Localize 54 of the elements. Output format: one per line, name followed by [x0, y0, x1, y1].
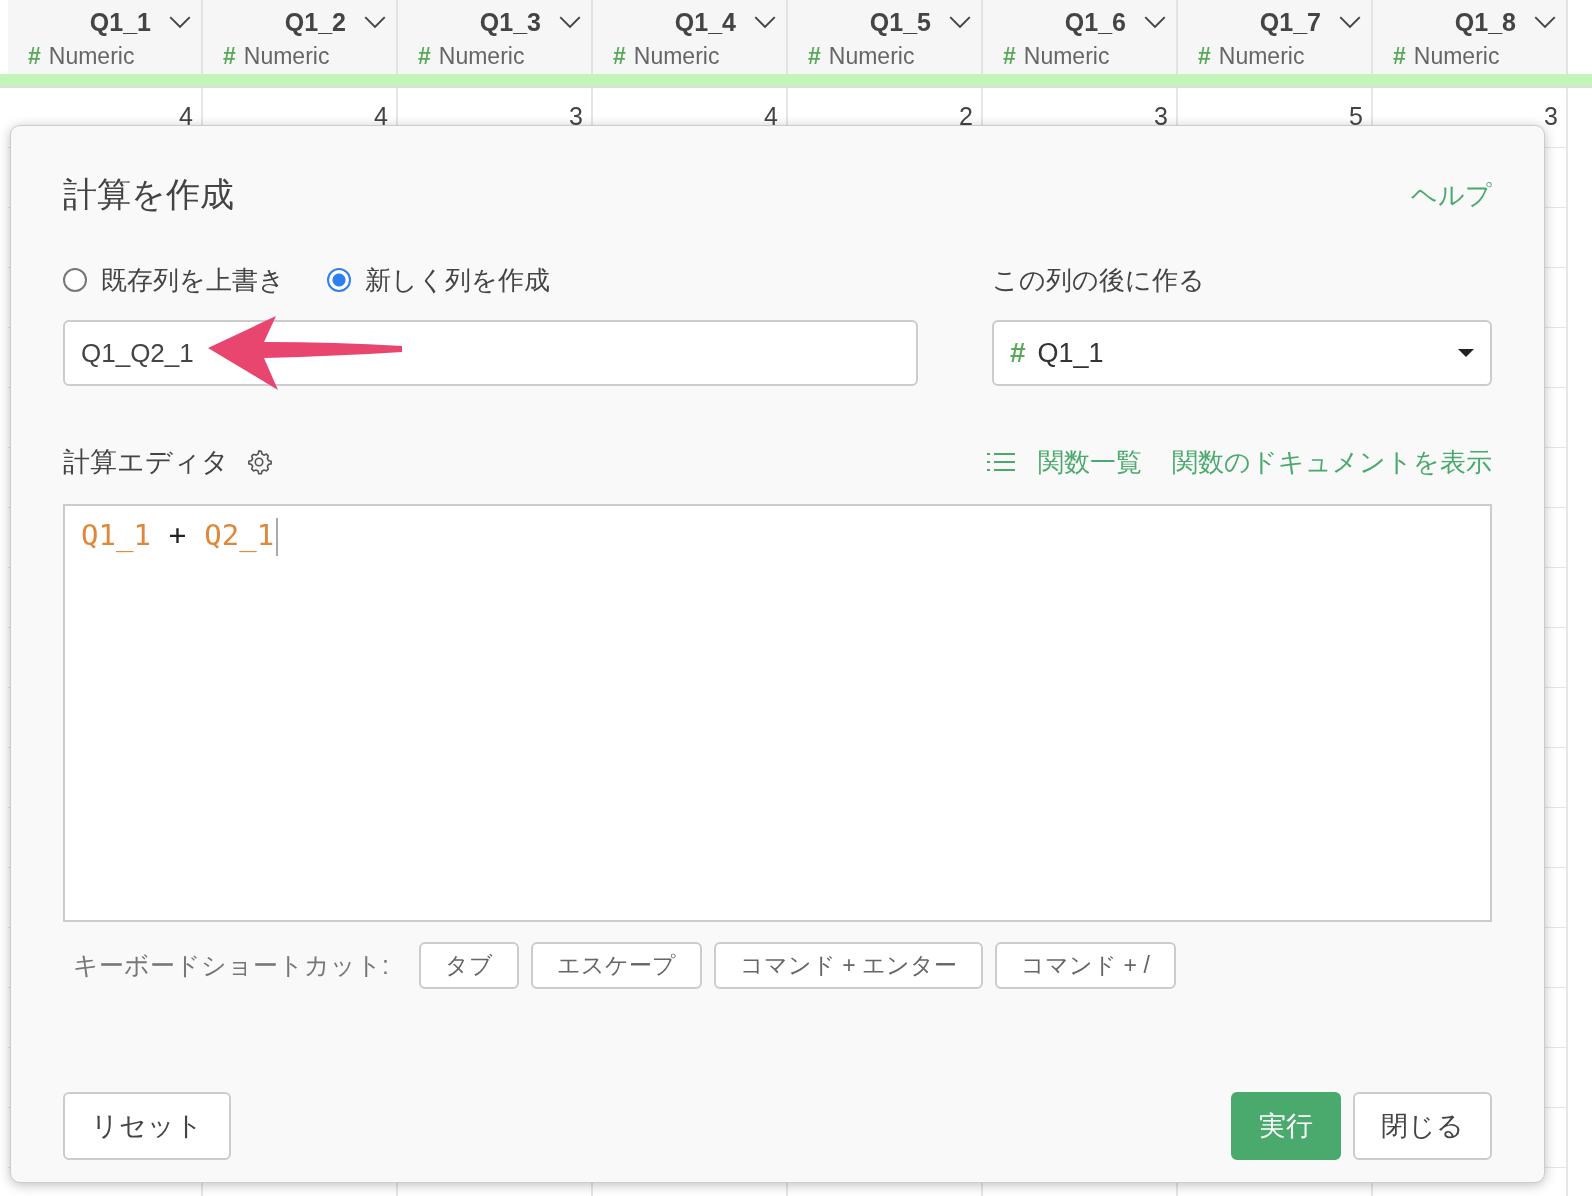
reset-button[interactable]: リセット — [63, 1092, 231, 1160]
type-icon: # — [418, 43, 431, 70]
chevron-down-icon[interactable] — [1339, 16, 1361, 29]
list-icon[interactable] — [986, 451, 1016, 473]
type-icon: # — [613, 43, 626, 70]
shortcut-key: コマンド + / — [995, 942, 1176, 989]
editor-label: 計算エディタ — [63, 446, 229, 479]
chevron-down-icon[interactable] — [1534, 16, 1556, 29]
shortcut-key: コマンド + エンター — [713, 942, 984, 989]
code-editor[interactable]: Q1_1 + Q2_1 — [63, 504, 1492, 922]
column-name-field[interactable]: Q1_Q2_1 — [63, 320, 918, 386]
column-type: Numeric — [828, 43, 915, 70]
column-name: Q1_5 — [869, 8, 931, 37]
column-type: Numeric — [1023, 43, 1110, 70]
radio-button[interactable] — [327, 268, 351, 292]
position-label: この列の後に作る — [992, 264, 1206, 297]
column-type: Numeric — [243, 43, 330, 70]
code-token: + — [168, 518, 187, 552]
chevron-down-icon[interactable] — [754, 16, 776, 29]
column-type: Numeric — [1413, 43, 1500, 70]
column-name: Q1_1 — [89, 8, 151, 37]
type-icon: # — [808, 43, 821, 70]
code-token: Q1_1 — [81, 518, 151, 552]
column-type: Numeric — [1218, 43, 1305, 70]
shortcuts-label: キーボードショートカット: — [73, 950, 389, 981]
column-name: Q1_2 — [284, 8, 346, 37]
column-name: Q1_3 — [479, 8, 541, 37]
type-icon: # — [28, 43, 41, 70]
radio-label[interactable]: 既存列を上書き — [101, 262, 285, 298]
column-type: Numeric — [633, 43, 720, 70]
code-token: Q2_1 — [204, 518, 275, 552]
type-icon: # — [223, 43, 236, 70]
chevron-down-icon[interactable] — [364, 16, 386, 29]
close-button[interactable]: 閉じる — [1353, 1092, 1492, 1160]
radio-label[interactable]: 新しく列を作成 — [365, 262, 550, 298]
type-icon: # — [1393, 43, 1406, 70]
shortcut-key: エスケープ — [530, 942, 702, 989]
dialog-title: 計算を作成 — [63, 174, 234, 215]
column-name: Q1_6 — [1064, 8, 1126, 37]
column-name: Q1_7 — [1259, 8, 1321, 37]
chevron-down-icon[interactable] — [169, 16, 191, 29]
chevron-down-icon[interactable] — [949, 16, 971, 29]
type-icon: # — [1003, 43, 1016, 70]
settings-icon[interactable] — [245, 448, 273, 476]
shortcut-key: タブ — [418, 942, 519, 989]
column-type: Numeric — [438, 43, 525, 70]
chevron-down-icon[interactable] — [1144, 16, 1166, 29]
column-name: Q1_4 — [674, 8, 736, 37]
column-select[interactable]: # Q1_1 — [992, 320, 1492, 386]
radio-button[interactable] — [63, 268, 87, 292]
column-type: Numeric — [48, 43, 135, 70]
type-icon: # — [1198, 43, 1211, 70]
column-name: Q1_8 — [1454, 8, 1516, 37]
chevron-down-icon[interactable] — [559, 16, 581, 29]
